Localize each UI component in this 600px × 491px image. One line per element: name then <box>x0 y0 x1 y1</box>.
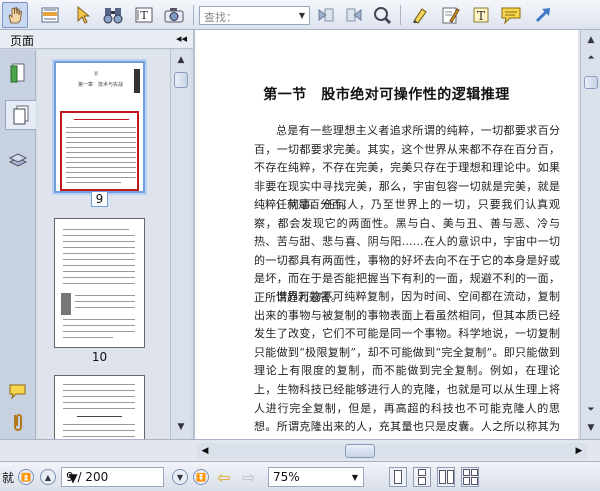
continuous-facing-layout-button[interactable] <box>461 467 479 487</box>
paragraph-3: 世界万物不可纯粹复制，因为时间、空间都在流动，复制出来的事物与被复制的事物表面上… <box>254 290 560 439</box>
highlighter-icon <box>413 8 427 24</box>
tab-comments[interactable] <box>5 377 31 407</box>
single-page-layout-button[interactable] <box>389 467 407 487</box>
next-result-button[interactable] <box>341 2 367 28</box>
text-box-icon: T <box>473 7 489 23</box>
select-text-button[interactable] <box>37 2 63 28</box>
next-page-icon: ▼ <box>176 472 184 482</box>
typewriter-button[interactable]: T <box>131 2 157 28</box>
hand-tool-button[interactable] <box>2 2 28 28</box>
thumbnail-label-10[interactable]: 10 <box>54 350 145 364</box>
facing-pages-icon <box>439 470 446 484</box>
zoom-value: 75% <box>273 470 300 484</box>
continuous-facing-icon <box>463 469 470 476</box>
pages-panel-header: 页面 ◂◂ <box>0 30 193 49</box>
thumbnail-page-9[interactable]: 第 第一章 技术与实战 <box>54 61 145 193</box>
document-view[interactable]: 第一节 股市绝对可操作性的逻辑推理 总是有一些理想主义者追求所谓的纯粹，一切都要… <box>193 30 600 439</box>
svg-text:T: T <box>140 9 148 22</box>
thumbnail-list: 第 第一章 技术与实战 9 10 <box>37 50 170 439</box>
go-forward-icon[interactable]: ⇨ <box>242 468 255 487</box>
binoculars-icon <box>103 8 123 24</box>
doc-scroll-down-icon[interactable]: ▼ <box>583 420 599 436</box>
comments-icon <box>9 384 26 400</box>
text-box-button[interactable]: T <box>468 2 494 28</box>
note-edit-button[interactable] <box>437 2 463 28</box>
snapshot-button[interactable] <box>161 2 187 28</box>
previous-result-icon <box>318 8 334 22</box>
continuous-page-icon <box>418 469 426 476</box>
status-text: 就 <box>2 471 15 485</box>
main-toolbar: T 查找： ▼ T <box>0 0 600 30</box>
doc-page-down-icon[interactable]: ⏷ <box>583 402 599 418</box>
next-result-icon <box>346 8 362 22</box>
paperclip-icon <box>14 414 22 431</box>
collapse-panel-icon[interactable]: ◂◂ <box>176 32 187 45</box>
select-tool-button[interactable] <box>70 2 96 28</box>
binoculars-button[interactable] <box>100 2 126 28</box>
sidebar-tab-strip <box>0 50 36 439</box>
horizontal-scroll-bar: ◀ ▶ <box>0 439 600 461</box>
bookmarks-icon <box>10 63 25 83</box>
first-page-icon: ⏫ <box>21 472 31 482</box>
find-button[interactable] <box>369 2 395 28</box>
previous-result-button[interactable] <box>313 2 339 28</box>
thumbnail-label-9[interactable]: 9 <box>54 191 145 207</box>
search-placeholder: 查找： <box>204 11 237 24</box>
facing-layout-button[interactable] <box>437 467 455 487</box>
thumbnail-view-rect <box>60 111 139 191</box>
layers-icon <box>8 153 28 167</box>
diagonal-arrow-icon <box>535 8 550 23</box>
previous-page-icon: ▲ <box>44 472 52 482</box>
search-input[interactable]: 查找： ▼ <box>199 6 310 25</box>
arrow-annotation-button[interactable] <box>530 2 556 28</box>
document-scroll-thumb[interactable] <box>584 76 598 89</box>
tab-layers[interactable] <box>5 145 31 175</box>
zoom-field[interactable]: 75% ▼ <box>268 467 364 487</box>
thumbnail-scrollbar[interactable]: ▲ ▼ <box>170 50 190 439</box>
thumbnail-page-11[interactable] <box>54 375 145 439</box>
panel-title: 页面 <box>10 34 35 48</box>
single-page-icon <box>394 470 402 484</box>
next-page-button[interactable]: ▼ <box>172 469 188 485</box>
last-page-button[interactable]: ⏬ <box>193 469 209 485</box>
scroll-left-icon[interactable]: ◀ <box>197 443 213 459</box>
scroll-up-icon[interactable]: ▲ <box>173 52 189 68</box>
comment-bubble-icon <box>501 7 521 25</box>
document-scrollbar[interactable]: ▲ ⏶ ⏷ ▼ <box>580 30 600 439</box>
typewriter-icon: T <box>135 7 153 23</box>
horizontal-scroll-thumb[interactable] <box>345 444 375 458</box>
page-number-field[interactable]: 9 / 200 ▼ <box>61 467 164 487</box>
go-back-icon[interactable]: ⇦ <box>217 468 230 487</box>
continuous-layout-button[interactable] <box>413 467 431 487</box>
svg-text:T: T <box>477 9 485 23</box>
thumbnail-scroll-thumb[interactable] <box>174 72 188 88</box>
camera-icon <box>164 8 184 23</box>
arrow-cursor-icon <box>77 6 91 24</box>
last-page-icon: ⏬ <box>196 472 206 482</box>
hand-icon <box>8 6 22 24</box>
search-dropdown-icon[interactable]: ▼ <box>296 8 308 23</box>
scroll-down-icon[interactable]: ▼ <box>173 419 189 435</box>
first-page-button[interactable]: ⏫ <box>18 469 34 485</box>
comment-button[interactable] <box>498 2 524 28</box>
tab-bookmarks[interactable] <box>5 58 31 88</box>
horizontal-scrollbar[interactable]: ◀ ▶ <box>197 443 587 459</box>
pages-icon <box>13 105 29 125</box>
navigation-toolbar: 就 ⏫ ▲ 9 / 200 ▼ ▼ ⏬ ⇦ ⇨ 75% ▼ <box>0 461 600 491</box>
section-heading: 第一节 股市绝对可操作性的逻辑推理 <box>263 87 510 103</box>
previous-page-button[interactable]: ▲ <box>40 469 56 485</box>
page-dropdown-icon[interactable]: ▼ <box>66 470 80 486</box>
zoom-dropdown-icon[interactable]: ▼ <box>348 469 362 485</box>
text-select-icon <box>41 7 59 23</box>
doc-scroll-up-icon[interactable]: ▲ <box>583 32 599 48</box>
thumbnail-page-10[interactable] <box>54 218 145 348</box>
tab-attachments[interactable] <box>5 407 31 437</box>
scroll-right-icon[interactable]: ▶ <box>571 443 587 459</box>
highlight-button[interactable] <box>407 2 433 28</box>
document-page: 第一节 股市绝对可操作性的逻辑推理 总是有一些理想主义者追求所谓的纯粹，一切都要… <box>195 30 578 439</box>
magnifier-icon <box>374 7 392 25</box>
tab-pages[interactable] <box>5 100 36 130</box>
note-pencil-icon <box>442 7 460 24</box>
doc-page-up-icon[interactable]: ⏶ <box>583 50 599 66</box>
